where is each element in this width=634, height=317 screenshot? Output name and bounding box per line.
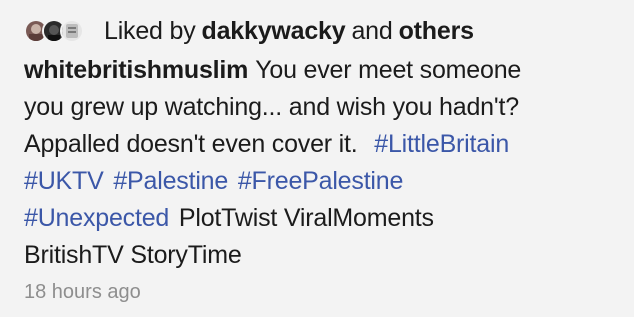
caption-line-3: Appalled doesn't even cover it. #LittleB… [24, 126, 624, 163]
hashtag-link[interactable]: #LittleBritain [374, 130, 509, 158]
avatar[interactable] [60, 19, 84, 43]
hashtag-link[interactable]: #FreePalestine [238, 167, 404, 195]
caption-line-2: you grew up watching... and wish you had… [24, 93, 519, 121]
caption-line-5: #Unexpected PlotTwist ViralMoments [24, 200, 624, 237]
hashtag-link[interactable]: #Palestine [113, 167, 228, 195]
liker-username-link[interactable]: dakkywacky [202, 14, 346, 48]
liker-avatars[interactable] [24, 14, 100, 48]
caption-line-1: whitebritishmuslim You ever meet someone [24, 52, 624, 89]
plain-tags-text: PlotTwist ViralMoments [178, 204, 434, 232]
hashtag-link[interactable]: #UKTV [24, 167, 104, 195]
others-link[interactable]: others [399, 14, 474, 48]
post-caption-block: Liked by dakkywacky and others whitebrit… [24, 14, 624, 274]
and-label: and [351, 17, 393, 45]
hashtag-link[interactable]: #Unexpected [24, 204, 169, 232]
post-timestamp[interactable]: 18 hours ago [24, 277, 141, 307]
caption-line-4: #UKTV #Palestine #FreePalestine [24, 163, 624, 200]
caption-text-segment: You ever meet someone [255, 56, 522, 84]
caption-line-6: BritishTV StoryTime [24, 241, 242, 269]
caption-text: whitebritishmuslim You ever meet someone … [24, 52, 624, 274]
liked-by-label: Liked by [104, 17, 196, 45]
author-username-link[interactable]: whitebritishmuslim [24, 56, 248, 84]
caption-text-segment: Appalled doesn't even cover it. [24, 130, 358, 158]
likes-row: Liked by dakkywacky and others [24, 14, 624, 48]
